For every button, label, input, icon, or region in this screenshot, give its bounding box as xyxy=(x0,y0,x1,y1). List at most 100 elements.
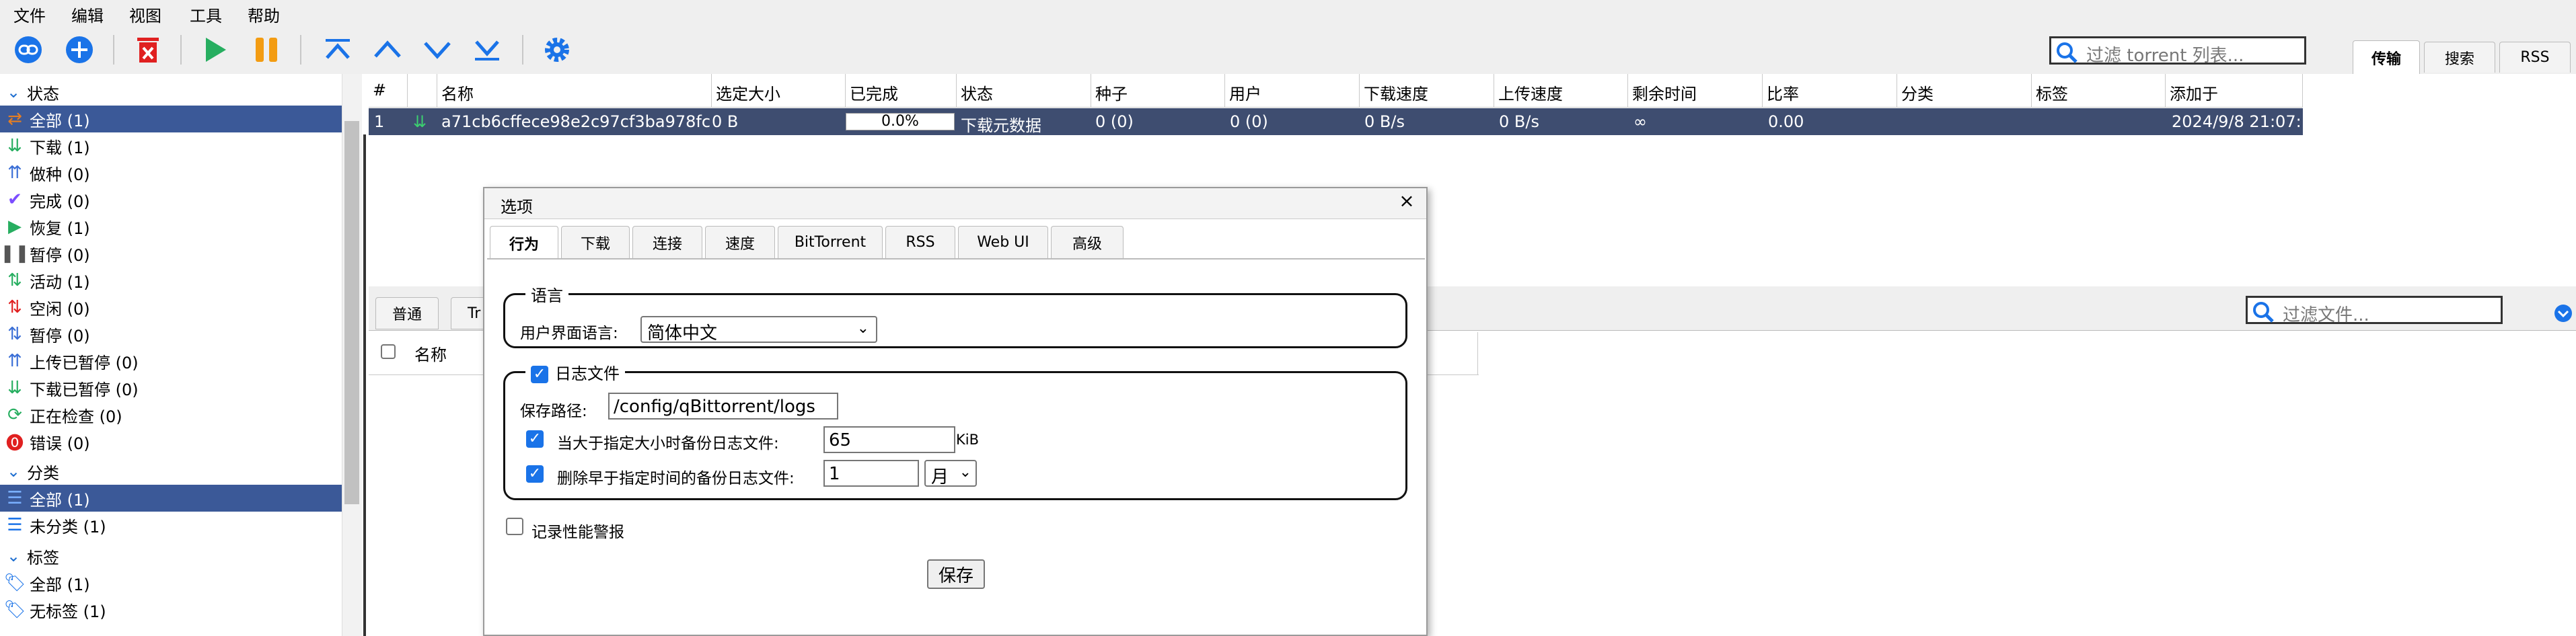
status-all[interactable]: ⇄ 全部 (1) xyxy=(0,106,342,132)
delete-backup-checkbox[interactable]: ✓ xyxy=(526,465,544,483)
col-eta[interactable]: 剩余时间 xyxy=(1628,74,1763,108)
log-enable-checkbox[interactable]: ✓ xyxy=(531,366,548,383)
col-peers[interactable]: 用户 xyxy=(1225,74,1360,108)
backup-log-checkbox[interactable]: ✓ xyxy=(526,430,544,448)
status-inactive[interactable]: ⇅ 空闲 (0) xyxy=(0,294,342,321)
table-row[interactable]: 1 ⇊ a71cb6cffece98e2c97cf3ba978fc9f... 0… xyxy=(369,108,2303,135)
menu-tools[interactable]: 工具 xyxy=(190,3,222,26)
tab-rss[interactable]: RSS xyxy=(2499,42,2571,73)
tag-header[interactable]: ⌄ 标签 xyxy=(0,543,342,569)
trash-icon xyxy=(137,38,159,63)
tag-icon: 🏷 xyxy=(3,600,26,620)
add-torrent-button[interactable] xyxy=(63,34,96,66)
pause-icon xyxy=(256,38,277,62)
stalled-arrows-icon: ⇅ xyxy=(7,324,22,344)
tab-search[interactable]: 搜索 xyxy=(2424,42,2495,73)
dialog-titlebar[interactable]: 选项 × xyxy=(484,188,1426,219)
col-seeds[interactable]: 种子 xyxy=(1091,74,1225,108)
chevron-down-icon: ⌄ xyxy=(959,464,971,481)
delete-age-unit-select[interactable]: 月 ⌄ xyxy=(924,460,977,487)
torrent-filter-placeholder: 过滤 torrent 列表... xyxy=(2086,46,2244,66)
col-ratio[interactable]: 比率 xyxy=(1763,74,1897,108)
col-category[interactable]: 分类 xyxy=(1897,74,2032,108)
col-added[interactable]: 添加于 xyxy=(2166,74,2303,108)
file-col-name[interactable]: 名称 xyxy=(414,342,447,365)
delete-backup-label: 删除早于指定时间的备份日志文件: xyxy=(557,470,795,487)
save-button[interactable]: 保存 xyxy=(927,559,985,589)
add-link-button[interactable] xyxy=(12,34,44,66)
tab-underline xyxy=(487,258,1425,260)
torrent-filter-input[interactable]: 过滤 torrent 列表... xyxy=(2049,36,2306,66)
log-legend: ✓ 日志文件 xyxy=(525,360,625,384)
menu-edit[interactable]: 编辑 xyxy=(71,3,104,26)
search-icon xyxy=(2253,302,2274,323)
performance-alert-checkbox[interactable] xyxy=(506,518,523,535)
category-uncategorized[interactable]: ☰ 未分类 (1) xyxy=(0,512,342,539)
status-seeding[interactable]: ⇈ 做种 (0) xyxy=(0,159,342,186)
status-active[interactable]: ⇅ 活动 (1) xyxy=(0,267,342,294)
status-checking[interactable]: ⟳ 正在检查 (0) xyxy=(0,401,342,428)
pause-button[interactable] xyxy=(250,34,283,66)
col-tags[interactable]: 标签 xyxy=(2032,74,2166,108)
col-name[interactable]: 名称 xyxy=(437,74,712,108)
sidebar-scrollbar-thumb[interactable] xyxy=(344,121,359,504)
status-stalled-downloading[interactable]: ⇊ 下载已暂停 (0) xyxy=(0,374,342,401)
category-header[interactable]: ⌄ 分类 xyxy=(0,459,342,484)
move-top-button[interactable] xyxy=(322,34,354,66)
move-down-button[interactable] xyxy=(421,34,453,66)
status-header[interactable]: ⌄ 状态 xyxy=(0,79,342,105)
log-path-input[interactable]: /config/qBittorrent/logs xyxy=(608,393,838,420)
menu-help[interactable]: 帮助 xyxy=(248,3,280,26)
delete-age-input[interactable]: 1 xyxy=(823,460,919,487)
status-stalled-uploading[interactable]: ⇈ 上传已暂停 (0) xyxy=(0,348,342,374)
tag-all[interactable]: 🏷 全部 (1) xyxy=(0,569,342,596)
row-added: 2024/9/8 21:07:... xyxy=(2172,112,2299,131)
downloading-state-icon: ⇊ xyxy=(413,112,427,131)
tab-webui[interactable]: Web UI xyxy=(958,226,1048,258)
col-state-icon[interactable] xyxy=(408,74,437,108)
tab-general[interactable]: 普通 xyxy=(375,297,439,329)
col-progress[interactable]: 已完成 xyxy=(846,74,957,108)
active-arrows-icon: ⇅ xyxy=(7,270,22,290)
move-up-button[interactable] xyxy=(371,34,404,66)
status-errored[interactable]: ⓿ 错误 (0) xyxy=(0,428,342,455)
status-stalled[interactable]: ⇅ 暂停 (0) xyxy=(0,321,342,348)
select-all-files-checkbox[interactable] xyxy=(381,344,396,359)
move-bottom-button[interactable] xyxy=(471,34,503,66)
menu-file[interactable]: 文件 xyxy=(13,3,46,26)
tab-behavior[interactable]: 行为 xyxy=(490,226,558,260)
file-filter-input[interactable]: 过滤文件... xyxy=(2246,296,2503,325)
col-size[interactable]: 选定大小 xyxy=(712,74,846,108)
delete-button[interactable] xyxy=(132,34,164,66)
tab-rss-options[interactable]: RSS xyxy=(885,226,955,258)
col-num[interactable]: # xyxy=(369,74,408,108)
resume-button[interactable] xyxy=(199,34,231,66)
plus-icon xyxy=(66,36,93,63)
backup-log-label: 当大于指定大小时备份日志文件: xyxy=(557,435,779,452)
log-path-label: 保存路径: xyxy=(520,403,587,420)
status-paused[interactable]: ❚❚ 暂停 (0) xyxy=(0,240,342,267)
status-completed[interactable]: ✔ 完成 (0) xyxy=(0,186,342,213)
language-select[interactable]: 简体中文 ⌄ xyxy=(640,316,877,344)
download-stalled-icon: ⇊ xyxy=(7,378,22,398)
tab-transfers[interactable]: 传输 xyxy=(2353,40,2420,74)
upload-icon: ⇈ xyxy=(7,163,22,183)
status-downloading[interactable]: ⇊ 下载 (1) xyxy=(0,132,342,159)
collapse-panel-icon[interactable] xyxy=(2554,304,2573,323)
col-status[interactable]: 状态 xyxy=(957,74,1091,108)
col-ul-speed[interactable]: 上传速度 xyxy=(1494,74,1628,108)
tag-untagged[interactable]: 🏷 无标签 (1) xyxy=(0,596,342,623)
tab-connection[interactable]: 连接 xyxy=(632,226,702,258)
tab-advanced[interactable]: 高级 xyxy=(1051,226,1124,258)
tab-bittorrent[interactable]: BitTorrent xyxy=(778,226,883,258)
chevron-down-icon xyxy=(424,42,451,59)
tab-speed[interactable]: 速度 xyxy=(705,226,775,258)
menu-view[interactable]: 视图 xyxy=(129,3,161,26)
close-icon[interactable]: × xyxy=(1397,191,1417,211)
status-resumed[interactable]: ▶ 恢复 (1) xyxy=(0,213,342,240)
col-dl-speed[interactable]: 下载速度 xyxy=(1360,74,1494,108)
tab-downloads[interactable]: 下载 xyxy=(561,226,630,258)
backup-size-input[interactable]: 65 xyxy=(823,426,955,453)
category-all[interactable]: ☰ 全部 (1) xyxy=(0,485,342,512)
options-button[interactable] xyxy=(541,34,573,66)
